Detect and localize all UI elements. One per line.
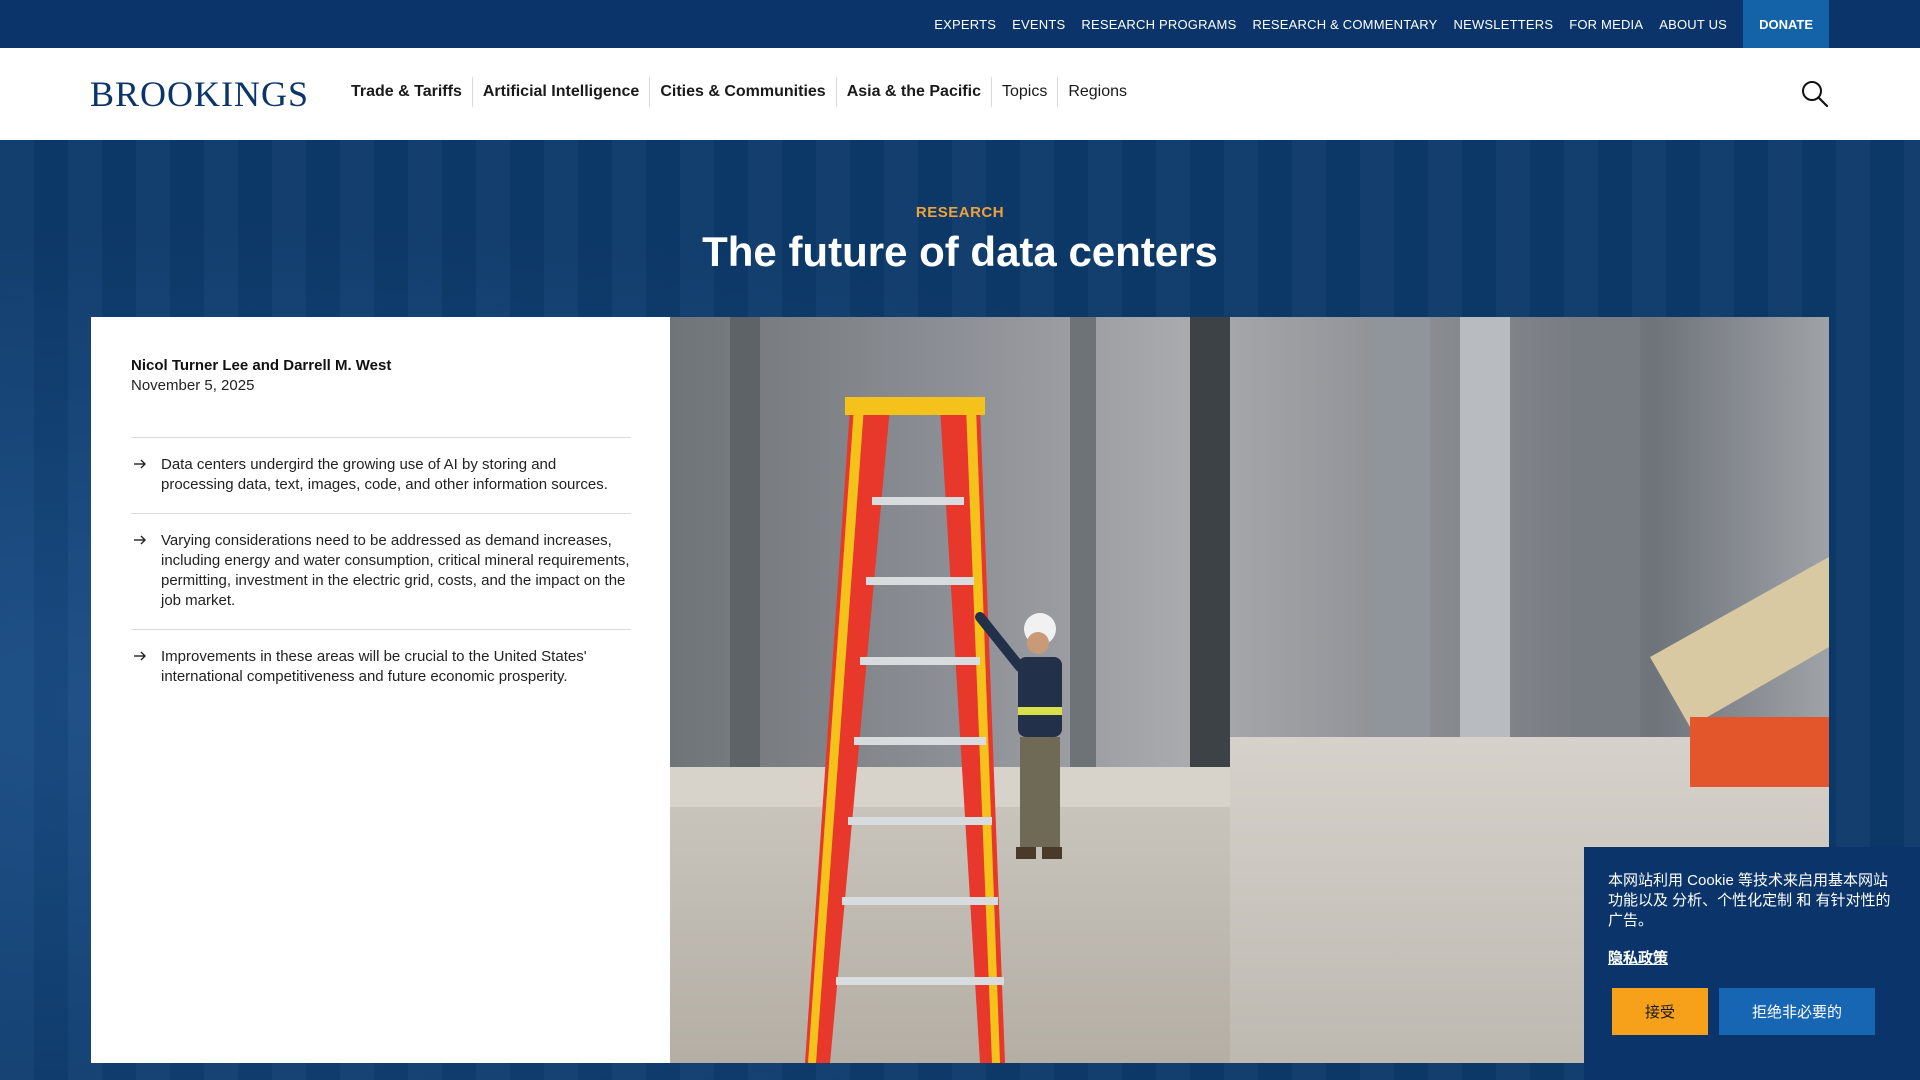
nav-item-artificial-intelligence[interactable]: Artificial Intelligence	[473, 77, 649, 107]
utility-nav: EXPERTS EVENTS RESEARCH PROGRAMS RESEARC…	[918, 0, 1829, 48]
list-item: Data centers undergird the growing use o…	[131, 437, 631, 513]
nav-item-trade-tariffs[interactable]: Trade & Tariffs	[341, 77, 472, 107]
article-authors[interactable]: Nicol Turner Lee and Darrell M. West	[131, 357, 391, 374]
list-item: Improvements in these areas will be cruc…	[131, 629, 631, 705]
content-type-label[interactable]: RESEARCH	[0, 204, 1920, 221]
list-item: Varying considerations need to be addres…	[131, 513, 631, 629]
cookie-consent-text: 本网站利用 Cookie 等技术来启用基本网站功能以及 分析、个性化定制 和 有…	[1608, 872, 1891, 929]
arrow-right-icon	[134, 651, 146, 661]
nav-item-asia-pacific[interactable]: Asia & the Pacific	[837, 77, 991, 107]
utility-link-for-media[interactable]: FOR MEDIA	[1569, 17, 1643, 32]
main-header: BROOKINGS Trade & Tariffs Artificial Int…	[0, 48, 1920, 140]
utility-link-events[interactable]: EVENTS	[1012, 17, 1065, 32]
accept-cookies-button[interactable]: 接受	[1612, 988, 1708, 1035]
takeaway-text: Varying considerations need to be addres…	[161, 532, 630, 609]
article-summary-card: Nicol Turner Lee and Darrell M. West Nov…	[91, 317, 670, 1063]
donate-button[interactable]: DONATE	[1743, 0, 1829, 48]
utility-link-newsletters[interactable]: NEWSLETTERS	[1453, 17, 1553, 32]
utility-bar: EXPERTS EVENTS RESEARCH PROGRAMS RESEARC…	[0, 0, 1920, 48]
brookings-logo[interactable]: BROOKINGS	[90, 73, 309, 115]
page-title: The future of data centers	[702, 228, 1218, 275]
key-takeaways-list: Data centers undergird the growing use o…	[131, 437, 631, 705]
search-icon	[1802, 81, 1829, 108]
utility-link-experts[interactable]: EXPERTS	[934, 17, 996, 32]
reject-nonessential-cookies-button[interactable]: 拒绝非必要的	[1719, 988, 1875, 1035]
takeaway-text: Data centers undergird the growing use o…	[161, 456, 608, 493]
nav-item-cities-communities[interactable]: Cities & Communities	[650, 77, 835, 107]
utility-link-research-commentary[interactable]: RESEARCH & COMMENTARY	[1252, 17, 1437, 32]
scissor-lift-graphic	[1650, 557, 1829, 787]
arrow-right-icon	[134, 535, 146, 545]
search-button[interactable]	[1800, 79, 1830, 109]
publication-date: November 5, 2025	[131, 377, 255, 394]
arrow-right-icon	[134, 459, 146, 469]
cookie-consent-banner: 本网站利用 Cookie 等技术来启用基本网站功能以及 分析、个性化定制 和 有…	[1584, 847, 1920, 1080]
nav-item-regions[interactable]: Regions	[1058, 77, 1137, 107]
takeaway-text: Improvements in these areas will be cruc…	[161, 648, 587, 685]
nav-item-topics[interactable]: Topics	[992, 77, 1057, 107]
utility-link-about-us[interactable]: ABOUT US	[1659, 17, 1727, 32]
primary-nav: Trade & Tariffs Artificial Intelligence …	[341, 76, 1137, 108]
worker-graphic	[975, 612, 1062, 859]
privacy-policy-link[interactable]: 隐私政策	[1608, 947, 1668, 968]
utility-link-research-programs[interactable]: RESEARCH PROGRAMS	[1081, 17, 1236, 32]
